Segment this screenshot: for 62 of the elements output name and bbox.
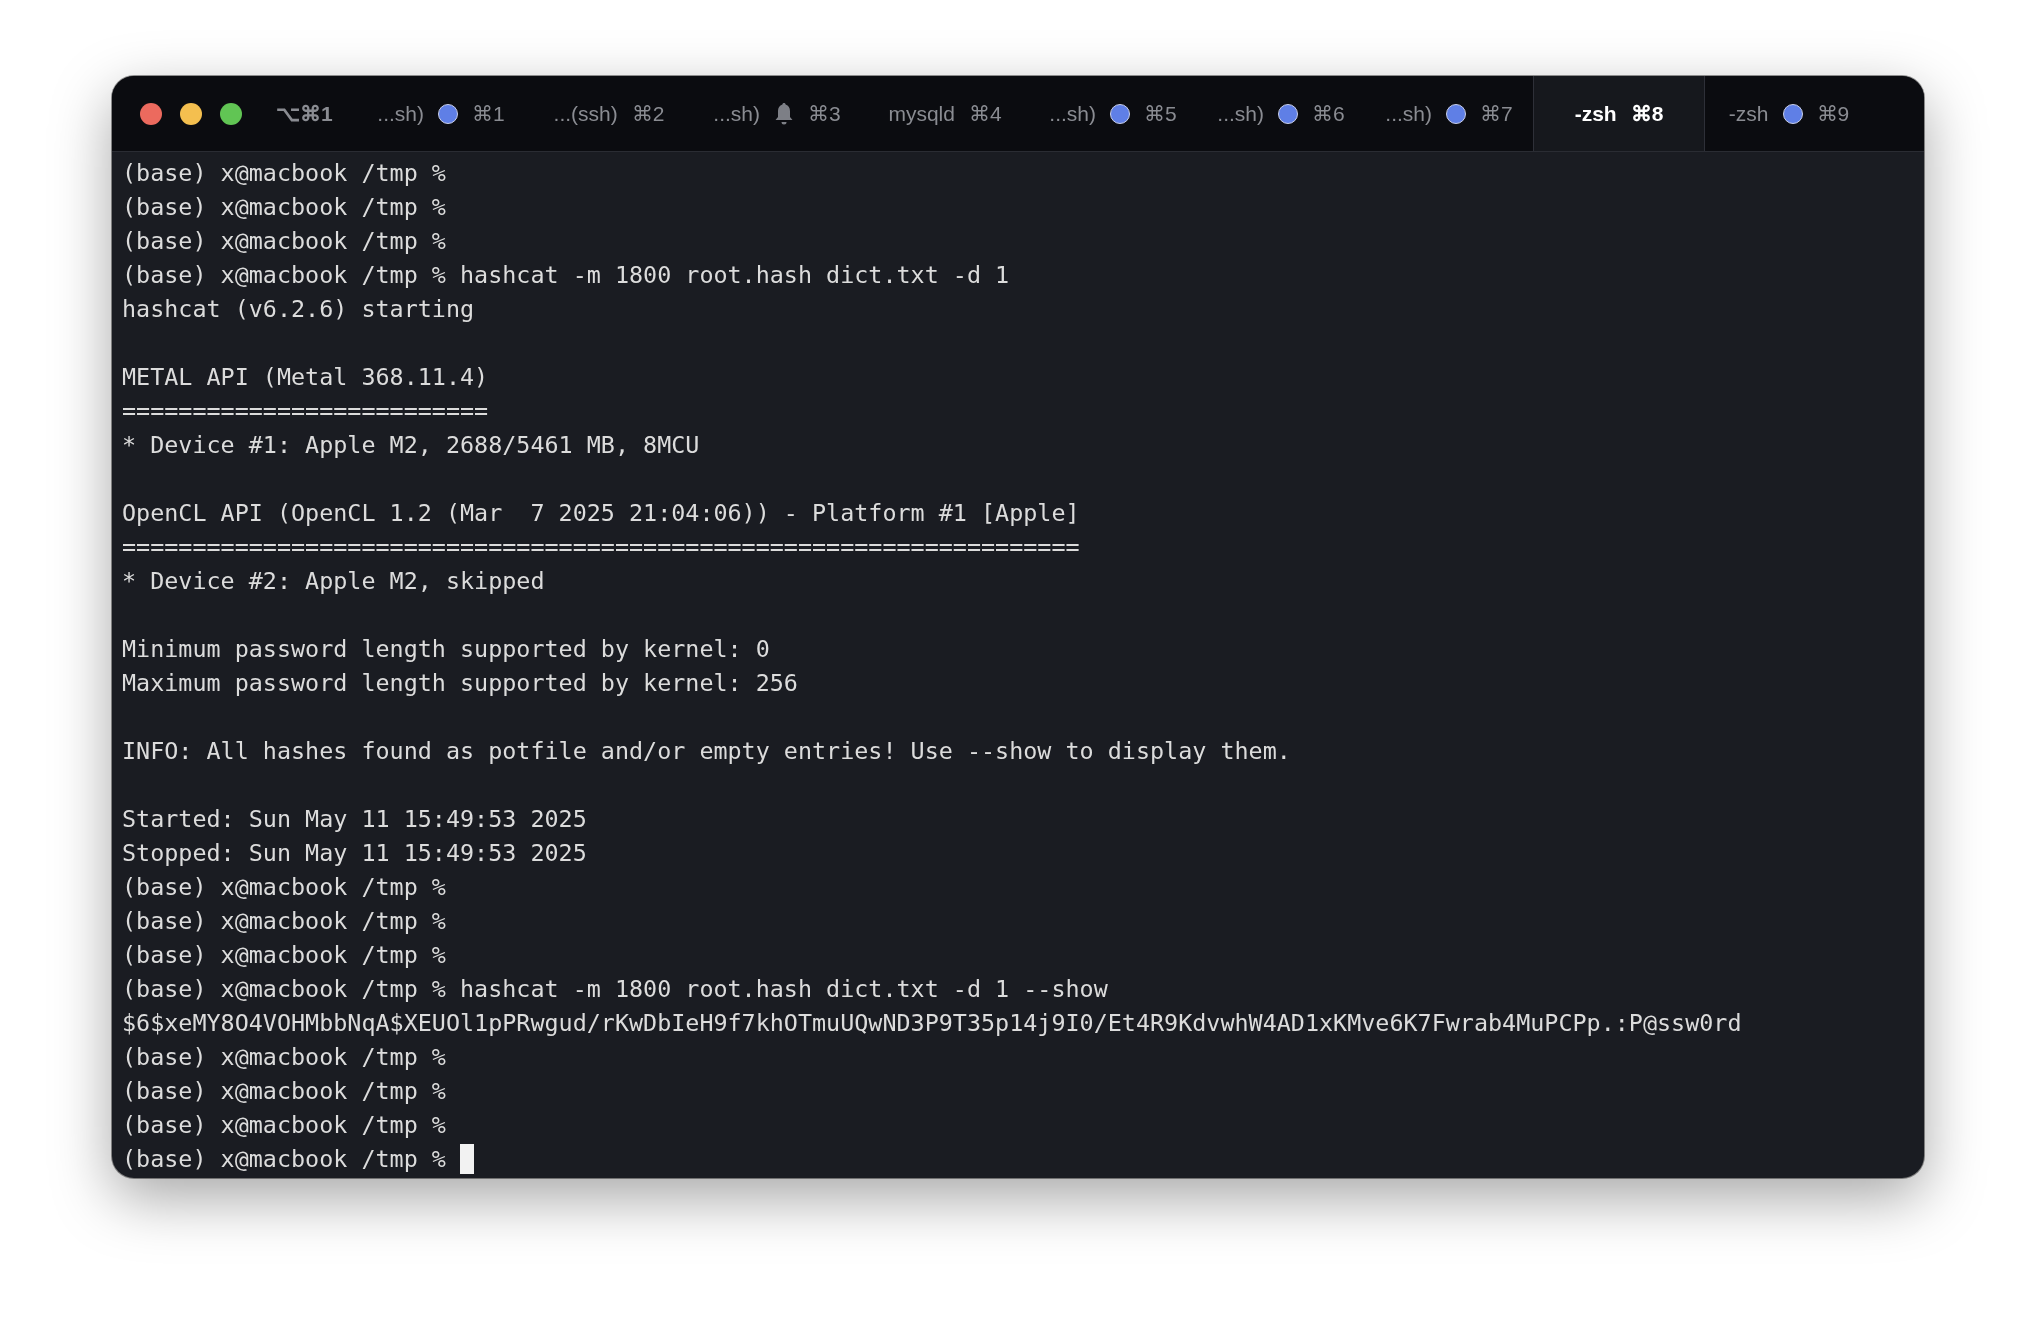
terminal-line: OpenCL API (OpenCL 1.2 (Mar 7 2025 21:04:06)) - Platform #1 [Apple] — [122, 498, 1080, 529]
terminal-line: (base) x@macbook /tmp % — [122, 1042, 446, 1073]
tab[interactable]: ...sh) ⌘5 — [1029, 76, 1197, 151]
terminal-line: (base) x@macbook /tmp % — [122, 1144, 446, 1175]
zoom-button[interactable] — [220, 102, 242, 125]
terminal-line: $6$xeMY8O4VOHMbbNqA$XEUOl1pPRwgud/rKwDbIeH9f7khOTmuUQwND3P9T35p14j9I0/Et4R9KdvwhW4AD1xKMve6K7Fwrab4MuPCPp.:P@ssw0rd — [122, 1008, 1742, 1039]
tab-title: ...(ssh) — [553, 101, 618, 126]
tab-shortcut: ⌘6 — [1312, 101, 1345, 126]
terminal-line: ========================== — [122, 396, 489, 427]
terminal-line: INFO: All hashes found as potfile and/or empty entries! Use --show to display them. — [122, 736, 1291, 767]
activity-dot-icon — [1278, 103, 1298, 124]
terminal-line: (base) x@macbook /tmp % hashcat -m 1800 root.hash dict.txt -d 1 --show — [122, 974, 1108, 1005]
tab-shortcut: ⌘5 — [1144, 101, 1177, 126]
tab-shortcut: ⌘2 — [631, 101, 665, 126]
terminal-line: Stopped: Sun May 11 15:49:53 2025 — [122, 838, 587, 869]
terminal-line: (base) x@macbook /tmp % — [122, 872, 446, 903]
tab-shortcut: ⌘1 — [472, 101, 505, 126]
terminal-line: (base) x@macbook /tmp % — [122, 1076, 446, 1107]
tab-title: -zsh — [1728, 101, 1769, 126]
tab-title: ...sh) — [1217, 101, 1264, 126]
tab[interactable]: ...sh) ⌘7 — [1365, 76, 1533, 151]
terminal-line: (base) x@macbook /tmp % hashcat -m 1800 root.hash dict.txt -d 1 — [122, 260, 1010, 291]
terminal-line: * Device #1: Apple M2, 2688/5461 MB, 8MCU — [122, 430, 700, 461]
tab-title: ...sh) — [1385, 101, 1432, 126]
terminal-line: Started: Sun May 11 15:49:53 2025 — [122, 804, 587, 835]
tab-title: ...sh) — [713, 101, 760, 126]
terminal-line: (base) x@macbook /tmp % — [122, 192, 446, 223]
tab-title: mysqld — [888, 101, 955, 126]
tab-shortcut: ⌘3 — [808, 101, 841, 126]
tab[interactable]: ...sh) ⌘6 — [1197, 76, 1365, 151]
activity-dot-icon — [438, 103, 458, 124]
tab[interactable]: -zsh ⌘9 — [1705, 76, 1873, 151]
terminal-line: * Device #2: Apple M2, skipped — [122, 566, 545, 597]
tab-shortcut: ⌘4 — [968, 101, 1002, 126]
terminal-line: (base) x@macbook /tmp % — [122, 906, 446, 937]
terminal-line: (base) x@macbook /tmp % — [122, 940, 446, 971]
activity-dot-icon — [1446, 103, 1466, 124]
tab-shortcut: ⌘7 — [1480, 101, 1513, 126]
minimize-button[interactable] — [180, 102, 202, 125]
tab-title: ...sh) — [377, 101, 424, 126]
terminal-line: Maximum password length supported by kernel: 256 — [122, 668, 798, 699]
tab-shortcut: ⌘8 — [1630, 101, 1664, 126]
terminal-line: Minimum password length supported by kernel: 0 — [122, 634, 770, 665]
tab-title: ...sh) — [1049, 101, 1096, 126]
bell-icon — [774, 101, 794, 126]
terminal-line: (base) x@macbook /tmp % — [122, 1110, 446, 1141]
activity-dot-icon — [1782, 103, 1803, 124]
tab[interactable]: ...sh) ⌘3 — [693, 76, 861, 151]
tab-title: -zsh — [1574, 101, 1617, 126]
activity-dot-icon — [1110, 103, 1130, 124]
tab[interactable]: ...sh) ⌘1 — [357, 76, 525, 151]
terminal-line: METAL API (Metal 368.11.4) — [122, 362, 489, 393]
tab[interactable]: ...(ssh) ⌘2 — [525, 76, 693, 151]
close-button[interactable] — [140, 102, 162, 125]
terminal-line: (base) x@macbook /tmp % — [122, 226, 446, 257]
tab[interactable]: mysqld ⌘4 — [861, 76, 1029, 151]
tab-shortcut: ⌘9 — [1816, 101, 1850, 126]
window-hotkey: ⌥⌘1 — [276, 101, 333, 126]
terminal-line: ==================================================================== — [122, 532, 1080, 563]
tab[interactable]: -zsh ⌘8 — [1533, 76, 1705, 151]
terminal-line: hashcat (v6.2.6) starting — [122, 294, 475, 325]
terminal-line: (base) x@macbook /tmp % — [122, 158, 446, 189]
